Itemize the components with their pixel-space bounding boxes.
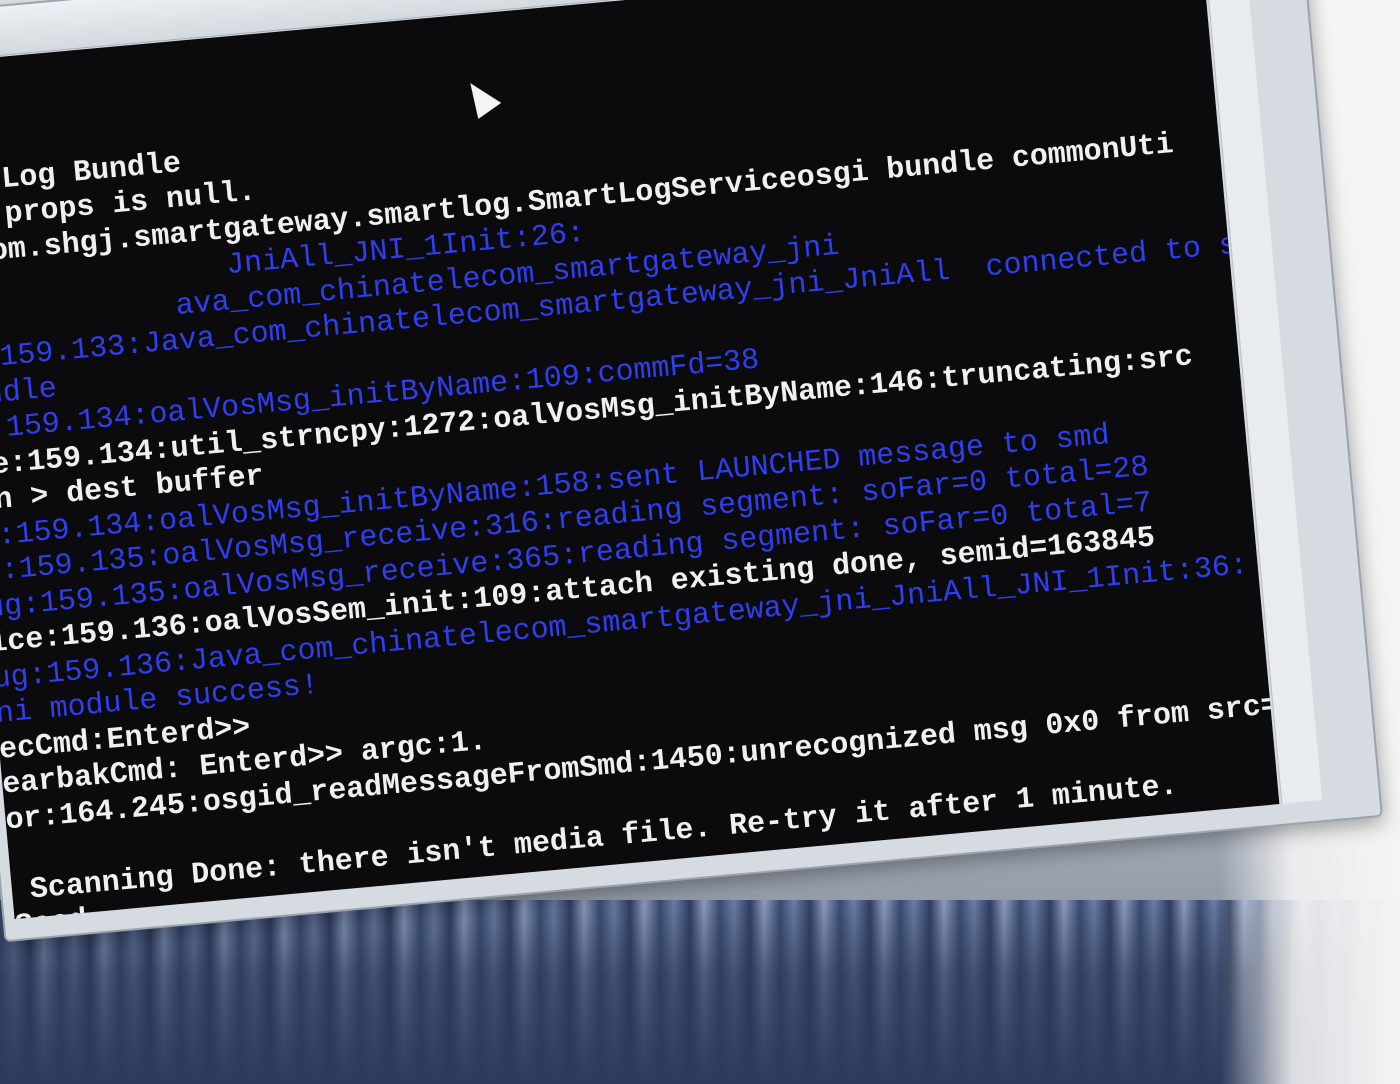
terminal-output[interactable]: artLog Bundlery props is null.:com.shgj.…	[0, 0, 1280, 920]
photo-scene: ⇔ ▁ ▢ ✕ artLog Bundlery props is null.:c…	[0, 0, 1400, 1084]
terminal-line-text	[7, 838, 28, 873]
desk-background	[0, 900, 1400, 1084]
terminal-lines: artLog Bundlery props is null.:com.shgj.…	[0, 13, 1279, 920]
terminal-window: ⇔ ▁ ▢ ✕ artLog Bundlery props is null.:c…	[0, 0, 1383, 943]
